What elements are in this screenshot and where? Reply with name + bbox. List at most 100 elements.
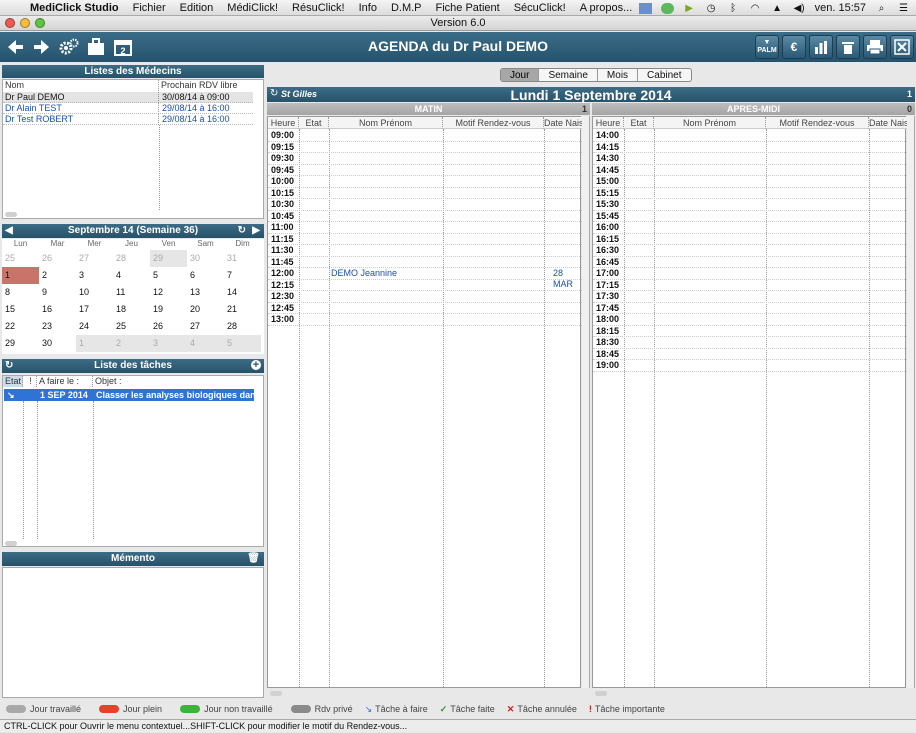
calendar-day[interactable]: 2 [39,267,76,284]
calendar-day[interactable]: 18 [113,301,150,318]
settings-button[interactable] [57,35,81,59]
calendar-day[interactable]: 8 [2,284,39,301]
refresh-tasks-icon[interactable]: ↻ [5,359,13,372]
menu-apropos[interactable]: A propos... [580,2,633,14]
menu-edition[interactable]: Edition [180,2,214,14]
tab-mois[interactable]: Mois [598,69,639,81]
calendar-day[interactable]: 27 [76,250,113,267]
calendar-day[interactable]: 15 [2,301,39,318]
minimize-window-button[interactable] [20,18,30,28]
payment-button[interactable]: € [782,35,806,59]
apresmidi-vertical-scrollbar[interactable] [907,116,915,688]
volume-icon[interactable]: ◀) [793,3,806,14]
calendar-day[interactable]: 28 [224,318,261,335]
calendar-day[interactable]: 17 [76,301,113,318]
time-slot[interactable]: 19:00 [593,360,907,372]
calendar-day[interactable]: 27 [187,318,224,335]
medecin-row[interactable]: Dr Alain TEST 29/08/14 à 16:00 [3,103,253,114]
calendar-day[interactable]: 1 [76,335,113,352]
time-slot[interactable]: 12:30 [268,291,582,303]
menu-resuclick[interactable]: RésuClick! [292,2,345,14]
task-row[interactable]: ↘ 1 SEP 2014 Classer les analyses biolog… [4,389,254,401]
time-slot[interactable]: 18:45 [593,349,907,360]
prev-month-icon[interactable]: ◀ [5,224,13,237]
menu-app-name[interactable]: MediClick Studio [30,2,119,14]
time-slot[interactable]: 16:00 [593,222,907,234]
time-slot[interactable]: 16:15 [593,234,907,245]
calendar-day[interactable]: 6 [187,267,224,284]
calendar-day[interactable]: 1 [2,267,39,284]
calendar-day[interactable]: 25 [2,250,39,267]
menu-fiche-patient[interactable]: Fiche Patient [436,2,500,14]
clock-history-icon[interactable]: ◷ [705,3,718,14]
time-slot[interactable]: 12:00 DEMO Jeannine 28 MAR [268,268,582,289]
refresh-icon[interactable]: ↻ [238,224,246,237]
menu-mediclick[interactable]: MédiClick! [227,2,278,14]
col-header-nom[interactable]: Nom [3,80,159,91]
calendar-day[interactable]: 29 [2,335,39,352]
col-header-date[interactable]: A faire le : [37,376,93,387]
palm-sync-button[interactable]: ▼ PALM [755,35,779,59]
calendar-day[interactable]: 30 [187,250,224,267]
horizontal-scrollbar[interactable] [5,212,17,217]
menu-dmp[interactable]: D.M.P [391,2,422,14]
wifi-icon[interactable]: ◠ [749,3,762,14]
medecin-row[interactable]: Dr Paul DEMO 30/08/14 à 09:00 [3,92,253,103]
calendar-day[interactable]: 4 [113,267,150,284]
time-slot[interactable]: 12:15 [268,280,582,291]
grid-icon[interactable] [638,2,652,14]
search-icon[interactable]: ⌕ [875,3,888,14]
menu-fichier[interactable]: Fichier [133,2,166,14]
tab-semaine[interactable]: Semaine [539,69,598,81]
print-button[interactable] [863,35,887,59]
calendar-day[interactable]: 19 [150,301,187,318]
col-header-etat[interactable]: Etat [3,376,23,387]
calendar-day[interactable]: 30 [39,335,76,352]
time-slot[interactable]: 10:45 [268,211,582,222]
time-slot[interactable]: 12:45 [268,303,582,314]
time-slot[interactable]: 17:15 [593,280,907,291]
calendar-day[interactable]: 3 [150,335,187,352]
col-header-nom-prenom[interactable]: Nom Prénom [329,117,443,129]
menu-info[interactable]: Info [359,2,377,14]
time-slot[interactable]: 14:00 [593,130,907,142]
forward-arrow-button[interactable] [30,35,54,59]
col-header-date-naissance[interactable]: Date Naissance [544,117,582,129]
calendar-day[interactable]: 28 [113,250,150,267]
tab-cabinet[interactable]: Cabinet [638,69,690,81]
calendar-day[interactable]: 24 [76,318,113,335]
calendar-day[interactable]: 16 [39,301,76,318]
col-header-importance[interactable]: ! [23,376,37,387]
time-slot[interactable]: 09:45 [268,165,582,176]
col-header-prochain-rdv[interactable]: Prochain RDV libre [159,80,259,91]
time-slot[interactable]: 18:30 [593,337,907,349]
col-header-motif[interactable]: Motif Rendez-vous [443,117,544,129]
time-slot[interactable]: 16:45 [593,257,907,268]
menu-secuclick[interactable]: SécuClick! [514,2,566,14]
col-header-etat[interactable]: Etat [624,117,654,129]
horizontal-scrollbar[interactable] [5,541,17,546]
play-icon[interactable]: ▶ [683,3,696,14]
time-slot[interactable]: 11:00 [268,222,582,234]
time-slot[interactable]: 10:00 [268,176,582,188]
close-window-button[interactable] [5,18,15,28]
memento-textarea[interactable] [2,567,264,698]
medecin-row[interactable]: Dr Test ROBERT 29/08/14 à 16:00 [3,114,253,125]
calendar-day[interactable]: 21 [224,301,261,318]
calendar-day[interactable]: 13 [187,284,224,301]
calendar-day[interactable]: 20 [187,301,224,318]
time-slot[interactable]: 15:15 [593,188,907,199]
time-slot[interactable]: 09:15 [268,142,582,153]
calendar-day[interactable]: 3 [76,267,113,284]
calendar-day[interactable]: 14 [224,284,261,301]
trash-icon[interactable]: 🗑 [247,552,260,565]
calendar-day[interactable]: 2 [113,335,150,352]
calendar-day[interactable]: 9 [39,284,76,301]
calendar-day[interactable]: 23 [39,318,76,335]
time-slot[interactable]: 18:15 [593,326,907,337]
app-status-icon[interactable] [660,2,674,14]
time-slot[interactable]: 15:00 [593,176,907,188]
time-slot[interactable]: 14:30 [593,153,907,165]
col-header-heure[interactable]: Heure [593,117,624,129]
list-icon[interactable]: ☰ [897,3,910,14]
